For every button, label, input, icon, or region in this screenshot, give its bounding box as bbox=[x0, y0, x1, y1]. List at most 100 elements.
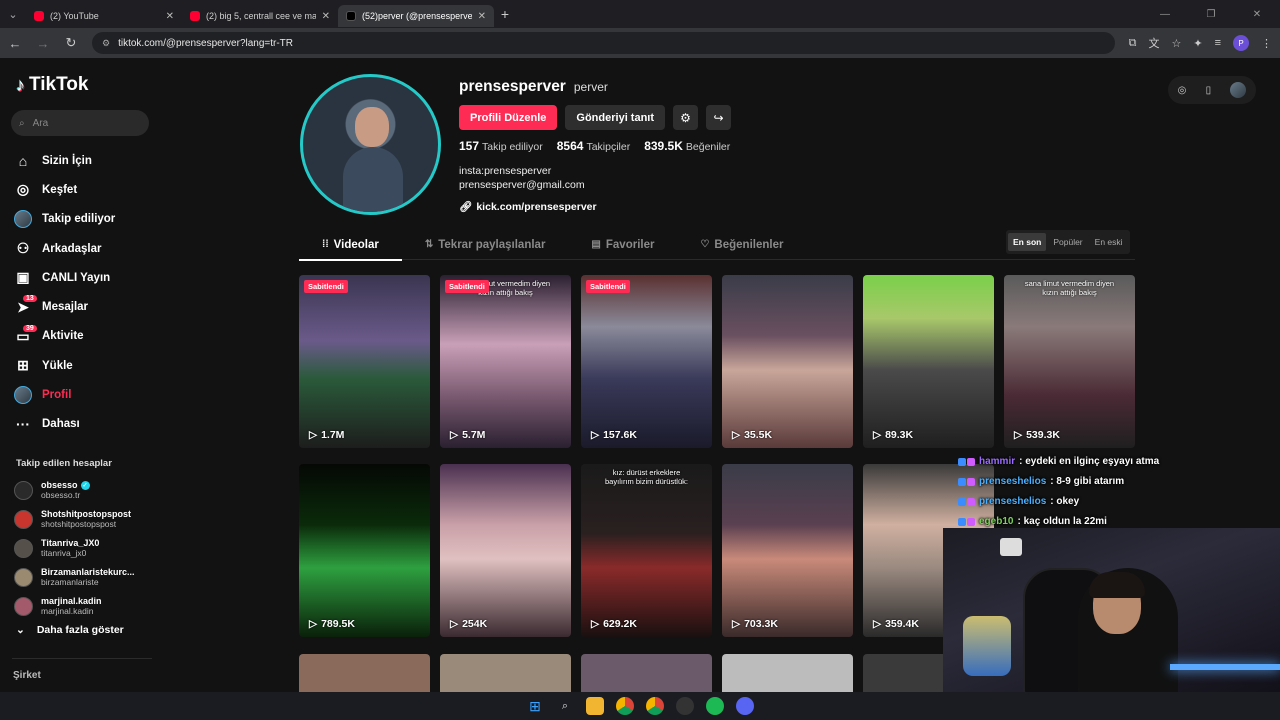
tab-search-icon[interactable]: ⌄ bbox=[0, 0, 26, 28]
tab-bookmark[interactable]: ▤ Favoriler bbox=[568, 230, 677, 260]
browser-profile-avatar[interactable]: P bbox=[1233, 35, 1249, 51]
video-card[interactable]: Sabitlendi ▷ 1.7M bbox=[299, 275, 430, 448]
chat-badge-icon bbox=[958, 518, 966, 526]
followed-account[interactable]: Birzamanlaristekurc... birzamanlariste bbox=[14, 563, 154, 592]
verified-check-icon: ✓ bbox=[80, 481, 90, 491]
video-card[interactable]: ▷ 89.3K bbox=[863, 275, 994, 448]
avatar-face bbox=[355, 107, 389, 147]
forward-icon[interactable]: → bbox=[36, 36, 50, 51]
sort-option[interactable]: En son bbox=[1008, 233, 1047, 251]
settings-gear-icon[interactable]: ⚙ bbox=[673, 105, 699, 130]
chrome-icon[interactable] bbox=[616, 697, 634, 715]
stat-item[interactable]: 839.5K Beğeniler bbox=[644, 139, 730, 153]
sort-option[interactable]: Popüler bbox=[1048, 233, 1087, 251]
translate-icon[interactable]: 文 bbox=[1148, 35, 1159, 51]
minimize-icon[interactable]: — bbox=[1142, 0, 1188, 28]
edit-profile-button[interactable]: Profili Düzenle bbox=[459, 105, 558, 130]
compass-icon[interactable]: ◎ bbox=[1178, 85, 1187, 96]
play-icon: ▷ bbox=[873, 429, 882, 441]
tab-label: Videolar bbox=[333, 238, 379, 251]
followed-account[interactable]: Shotshitpostopspost shotshitpostopspost bbox=[14, 505, 154, 534]
promote-post-button[interactable]: Gönderiyi tanıt bbox=[565, 105, 666, 130]
avatar bbox=[14, 510, 33, 529]
media-icon[interactable]: ≡ bbox=[1215, 37, 1221, 49]
sidebar-item[interactable]: ➤ Mesajlar 13 bbox=[14, 292, 154, 321]
user-avatar-icon[interactable] bbox=[1230, 82, 1247, 98]
share-icon[interactable]: ↪ bbox=[706, 105, 732, 130]
tab-heart[interactable]: ♡ Beğenilenler bbox=[677, 230, 806, 260]
cast-icon[interactable]: ⧉ bbox=[1129, 37, 1137, 50]
discord-icon[interactable] bbox=[736, 697, 754, 715]
phone-icon[interactable]: ▯ bbox=[1206, 85, 1212, 96]
followed-account[interactable]: marjinal.kadin marjinal.kadin bbox=[14, 592, 154, 621]
sidebar-item[interactable]: ▭ Aktivite 39 bbox=[14, 322, 154, 351]
windows-icon[interactable]: ⊞ bbox=[526, 697, 544, 715]
browser-menu-icon[interactable]: ⋮ bbox=[1261, 37, 1272, 50]
followed-account[interactable]: obsesso ✓ obsesso.tr bbox=[14, 476, 154, 505]
sidebar-item[interactable]: Profil bbox=[14, 380, 154, 409]
video-card[interactable] bbox=[299, 654, 430, 692]
followed-account[interactable]: Titanriva_JX0 titanriva_jx0 bbox=[14, 534, 154, 563]
sidebar-item[interactable]: ⊞ Yükle bbox=[14, 351, 154, 380]
sidebar-item[interactable]: ▣ CANLI Yayın bbox=[14, 263, 154, 292]
view-count: ▷ 89.3K bbox=[873, 429, 913, 441]
spotify-icon[interactable] bbox=[706, 697, 724, 715]
reload-icon[interactable]: ↻ bbox=[64, 35, 78, 51]
close-tab-icon[interactable]: ✕ bbox=[478, 11, 486, 22]
followed-account-handle: marjinal.kadin bbox=[41, 605, 94, 616]
view-count-text: 359.4K bbox=[885, 618, 919, 630]
bookmark-star-icon[interactable]: ☆ bbox=[1171, 37, 1181, 50]
close-tab-icon[interactable]: ✕ bbox=[322, 11, 330, 22]
sidebar-item[interactable]: ◎ Keşfet bbox=[14, 175, 154, 204]
back-icon[interactable]: ← bbox=[8, 36, 22, 51]
extensions-icon[interactable]: ✦ bbox=[1193, 37, 1202, 50]
tiktok-logo[interactable]: ♪ TikTok bbox=[16, 74, 88, 96]
chrome-icon-2[interactable] bbox=[646, 697, 664, 715]
chat-username: prenseshelios bbox=[979, 476, 1047, 487]
view-count: ▷ 5.7M bbox=[450, 429, 485, 441]
new-tab-button[interactable]: + bbox=[494, 6, 516, 22]
video-card[interactable]: ▷ 254K bbox=[440, 464, 571, 637]
close-tab-icon[interactable]: ✕ bbox=[166, 11, 174, 22]
show-more-button[interactable]: ⌄ Daha fazla göster bbox=[16, 624, 124, 636]
video-card[interactable]: ▷ 789.5K bbox=[299, 464, 430, 637]
stat-item[interactable]: 8564 Takipçiler bbox=[557, 139, 630, 153]
following-list: obsesso ✓ obsesso.tr Shotshitpostopspost sho… bbox=[14, 476, 154, 621]
search-input[interactable]: ⌕ Ara bbox=[11, 110, 149, 136]
sidebar-item[interactable]: ⌂ Sizin İçin bbox=[14, 146, 154, 175]
sort-option[interactable]: En eski bbox=[1090, 233, 1128, 251]
sidebar-item[interactable]: ⚇ Arkadaşlar bbox=[14, 234, 154, 263]
video-card[interactable] bbox=[581, 654, 712, 692]
url-field[interactable]: ⚙ tiktok.com/@prensesperver?lang=tr-TR bbox=[92, 32, 1115, 54]
search-icon[interactable]: ⌕ bbox=[556, 697, 574, 715]
video-card[interactable]: kız: dürüst erkeklere bayılırım bizim dü… bbox=[581, 464, 712, 637]
files-icon[interactable] bbox=[586, 697, 604, 715]
github-icon[interactable] bbox=[676, 697, 694, 715]
restore-icon[interactable]: ❐ bbox=[1188, 0, 1234, 28]
sidebar-item[interactable]: Takip ediliyor bbox=[14, 205, 154, 234]
video-card[interactable]: sana limut vermedim diyen kızın attığı b… bbox=[440, 275, 571, 448]
following-header: Takip edilen hesaplar bbox=[16, 458, 112, 469]
video-card[interactable]: ▷ 35.5K bbox=[722, 275, 853, 448]
stat-item[interactable]: 157 Takip ediliyor bbox=[459, 139, 543, 153]
profile-avatar[interactable] bbox=[300, 74, 441, 215]
view-count-text: 539.3K bbox=[1026, 429, 1060, 441]
browser-tab[interactable]: (2) YouTube ✕ bbox=[26, 5, 182, 27]
profile-bio: insta:prensesperver prensesperver@gmail.… bbox=[459, 164, 585, 192]
video-card[interactable]: Sabitlendi ▷ 157.6K bbox=[581, 275, 712, 448]
video-card[interactable]: ▷ 703.3K bbox=[722, 464, 853, 637]
sidebar-item[interactable]: ··· Dahası bbox=[14, 410, 154, 439]
site-settings-icon[interactable]: ⚙ bbox=[102, 38, 110, 49]
video-card[interactable] bbox=[722, 654, 853, 692]
tab-repost[interactable]: ⇅ Tekrar paylaşılanlar bbox=[402, 230, 569, 260]
browser-tab[interactable]: (52)perver (@prensesperver) | T ✕ bbox=[338, 5, 494, 27]
video-card[interactable] bbox=[440, 654, 571, 692]
profile-link[interactable]: 🔗︎ kick.com/prensesperver bbox=[459, 200, 597, 214]
notification-badge: 39 bbox=[23, 324, 37, 332]
close-window-icon[interactable]: ✕ bbox=[1234, 0, 1280, 28]
company-link[interactable]: Şirket bbox=[13, 670, 41, 681]
browser-tab[interactable]: (2) big 5, centrall cee ve mançur ✕ bbox=[182, 5, 338, 27]
tab-title: (52)perver (@prensesperver) | T bbox=[362, 11, 472, 21]
video-card[interactable]: sana limut vermedim diyen kızın attığı b… bbox=[1004, 275, 1135, 448]
tab-grid[interactable]: ⁞⁞ Videolar bbox=[299, 230, 402, 261]
